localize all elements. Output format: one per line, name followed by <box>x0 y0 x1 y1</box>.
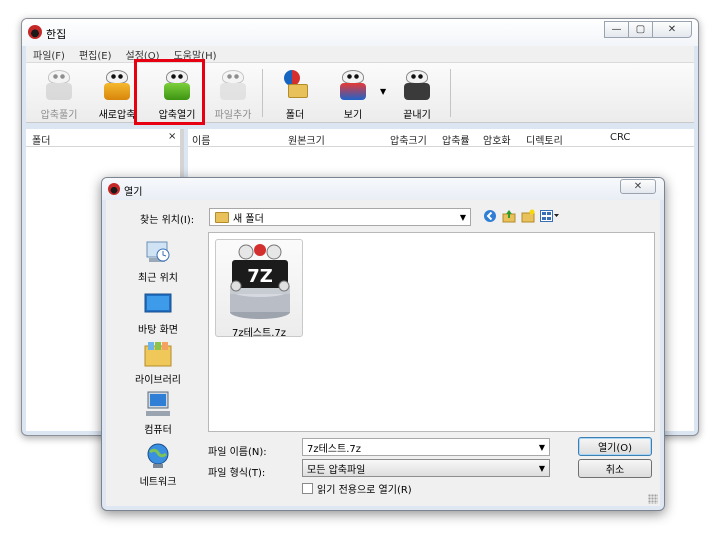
file-name-input[interactable]: 7z테스트.7z ▼ <box>302 438 550 456</box>
readonly-label: 읽기 전용으로 열기(R) <box>317 485 412 496</box>
file-type-select[interactable]: 모든 압축파일 ▼ <box>302 459 550 477</box>
column-original-size[interactable]: 원본크기 <box>288 132 325 147</box>
column-name[interactable]: 이름 <box>192 132 210 147</box>
file-type-label: 파일 형식(T): <box>208 468 266 479</box>
view-icon <box>336 68 370 100</box>
maximize-button[interactable]: ▢ <box>628 21 653 38</box>
close-icon: ✕ <box>667 24 677 35</box>
column-crc[interactable]: CRC <box>610 132 630 143</box>
dialog-body: 찾는 위치(I): 새 폴더 ▼ 최근 위치 바탕 화면 라이브러리 컴퓨터 네… <box>106 200 660 506</box>
place-libraries[interactable]: 라이브러리 <box>110 340 206 386</box>
nav-toolbar <box>482 208 564 224</box>
menu-edit[interactable]: 편집(E) <box>72 47 119 62</box>
open-dialog: 열기 ✕ 찾는 위치(I): 새 폴더 ▼ 최근 위치 바탕 화면 라이브러리 … <box>101 177 665 511</box>
checkbox-box[interactable] <box>302 483 313 494</box>
maximize-icon: ▢ <box>635 24 646 35</box>
cancel-button[interactable]: 취소 <box>578 459 652 478</box>
network-icon <box>143 442 173 470</box>
readonly-checkbox[interactable]: 읽기 전용으로 열기(R) <box>302 481 412 496</box>
minimize-icon: — <box>611 24 622 35</box>
file-name-label: 7z테스트.7z <box>231 328 286 339</box>
chevron-down-icon: ▼ <box>459 212 467 222</box>
exit-icon <box>400 68 434 100</box>
recent-places-icon <box>143 238 173 266</box>
desktop-icon <box>143 290 173 318</box>
view-dropdown-icon[interactable]: ▼ <box>380 87 386 96</box>
file-name-label: 파일 이름(N): <box>208 447 267 458</box>
chevron-down-icon[interactable]: ▼ <box>535 443 549 452</box>
column-encryption[interactable]: 암호화 <box>483 132 511 147</box>
folder-icon <box>215 211 229 223</box>
places-bar: 최근 위치 바탕 화면 라이브러리 컴퓨터 네트워크 <box>110 234 206 502</box>
look-in-value: 새 폴더 <box>233 213 264 225</box>
place-desktop[interactable]: 바탕 화면 <box>110 290 206 336</box>
extract-button[interactable]: 압축풀기 <box>30 65 88 121</box>
back-icon[interactable] <box>482 208 498 224</box>
extract-icon <box>42 68 76 100</box>
new-archive-icon <box>100 68 134 100</box>
folder-pane-close-icon[interactable]: × <box>168 131 176 142</box>
main-titlebar[interactable]: 한집 — ▢ ✕ <box>22 19 698 46</box>
resize-grip-icon[interactable] <box>648 494 658 504</box>
place-computer[interactable]: 컴퓨터 <box>110 390 206 436</box>
column-ratio[interactable]: 압축률 <box>442 132 470 147</box>
column-compressed-size[interactable]: 압축크기 <box>390 132 427 147</box>
folder-button[interactable]: 폴더 <box>266 65 324 121</box>
open-button[interactable]: 열기(O) <box>578 437 652 456</box>
dialog-app-icon <box>108 183 120 195</box>
computer-icon <box>143 390 173 418</box>
close-icon: ✕ <box>633 181 643 192</box>
exit-button[interactable]: 끝내기 <box>388 65 446 121</box>
folder-icon <box>278 68 312 100</box>
place-network[interactable]: 네트워크 <box>110 442 206 488</box>
menu-file[interactable]: 파일(F) <box>26 47 72 62</box>
place-recent[interactable]: 최근 위치 <box>110 238 206 284</box>
new-folder-icon[interactable] <box>520 208 536 224</box>
toolbar-separator <box>262 69 263 117</box>
app-logo-icon <box>28 25 42 39</box>
folder-pane-title: 폴더 <box>32 136 51 147</box>
file-item-7z[interactable]: 7Z 7z테스트.7z <box>215 239 303 339</box>
file-view[interactable]: 7Z 7z테스트.7z <box>208 232 655 432</box>
chevron-down-icon: ▼ <box>538 463 546 473</box>
add-file-button[interactable]: 파일추가 <box>204 65 262 121</box>
up-folder-icon[interactable] <box>501 208 517 224</box>
menu-bar: 파일(F) 편집(E) 설정(O) 도움말(H) <box>26 46 694 63</box>
7z-archive-icon: 7Z <box>222 242 298 322</box>
dialog-title: 열기 <box>124 187 143 198</box>
dialog-close-button[interactable]: ✕ <box>620 179 656 194</box>
add-file-icon <box>216 68 250 100</box>
view-button[interactable]: 보기 <box>324 65 382 121</box>
look-in-label: 찾는 위치(I): <box>140 215 195 226</box>
close-button[interactable]: ✕ <box>652 21 692 38</box>
toolbar: 압축풀기 새로압축 압축열기 파일추가 폴더 보기 ▼ 끝내기 <box>26 63 694 123</box>
dialog-titlebar[interactable]: 열기 ✕ <box>102 178 664 200</box>
window-title: 한집 <box>46 28 67 41</box>
minimize-button[interactable]: — <box>604 21 629 38</box>
highlight-box <box>134 59 205 125</box>
file-badge: 7Z <box>247 266 273 287</box>
libraries-icon <box>143 340 173 368</box>
view-menu-icon[interactable] <box>539 208 561 224</box>
toolbar-separator <box>450 69 451 117</box>
column-directory[interactable]: 디렉토리 <box>526 132 563 147</box>
look-in-combo[interactable]: 새 폴더 ▼ <box>209 208 471 226</box>
